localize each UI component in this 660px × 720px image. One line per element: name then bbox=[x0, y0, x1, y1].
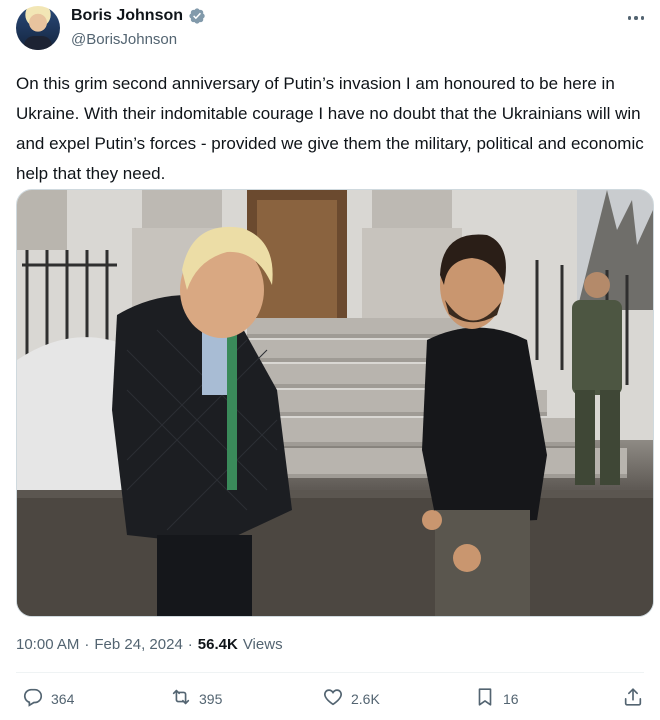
views-label: Views bbox=[242, 636, 283, 653]
repost-count: 395 bbox=[199, 690, 223, 707]
bookmark-count: 16 bbox=[503, 690, 519, 707]
tweet-date[interactable]: Feb 24, 2024 bbox=[94, 636, 182, 653]
meta-separator-2: · bbox=[187, 636, 193, 653]
bookmark-icon bbox=[474, 686, 496, 711]
like-button[interactable]: 2.6K bbox=[322, 686, 380, 711]
tweet-text: On this grim second anniversary of Putin… bbox=[16, 74, 644, 183]
tweet-meta: 10:00 AM · Feb 24, 2024 · 56.4K Views bbox=[16, 636, 283, 653]
views-count: 56.4K bbox=[197, 636, 238, 653]
divider bbox=[16, 672, 644, 673]
share-button[interactable] bbox=[622, 686, 644, 711]
tweet-time[interactable]: 10:00 AM bbox=[16, 636, 79, 653]
more-horizontal-icon[interactable] bbox=[624, 8, 648, 28]
action-bar: 364 395 2.6K 16 bbox=[16, 686, 644, 718]
share-icon bbox=[622, 686, 644, 711]
repost-button[interactable]: 395 bbox=[170, 686, 222, 711]
bookmark-button[interactable]: 16 bbox=[474, 686, 519, 711]
display-name[interactable]: Boris Johnson bbox=[71, 7, 183, 25]
heart-icon bbox=[322, 686, 344, 711]
reply-icon bbox=[22, 686, 44, 711]
avatar[interactable] bbox=[16, 6, 60, 50]
reply-button[interactable]: 364 bbox=[22, 686, 74, 711]
reply-count: 364 bbox=[51, 690, 75, 707]
author-name-row: Boris Johnson bbox=[71, 7, 206, 25]
like-count: 2.6K bbox=[351, 690, 380, 707]
repost-icon bbox=[170, 686, 192, 711]
meta-separator: · bbox=[84, 636, 90, 653]
author-handle[interactable]: @BorisJohnson bbox=[71, 31, 177, 48]
verified-badge-icon bbox=[188, 7, 206, 25]
tweet-photo[interactable] bbox=[16, 189, 654, 617]
tweet: Boris Johnson @BorisJohnson On this grim… bbox=[0, 0, 660, 720]
